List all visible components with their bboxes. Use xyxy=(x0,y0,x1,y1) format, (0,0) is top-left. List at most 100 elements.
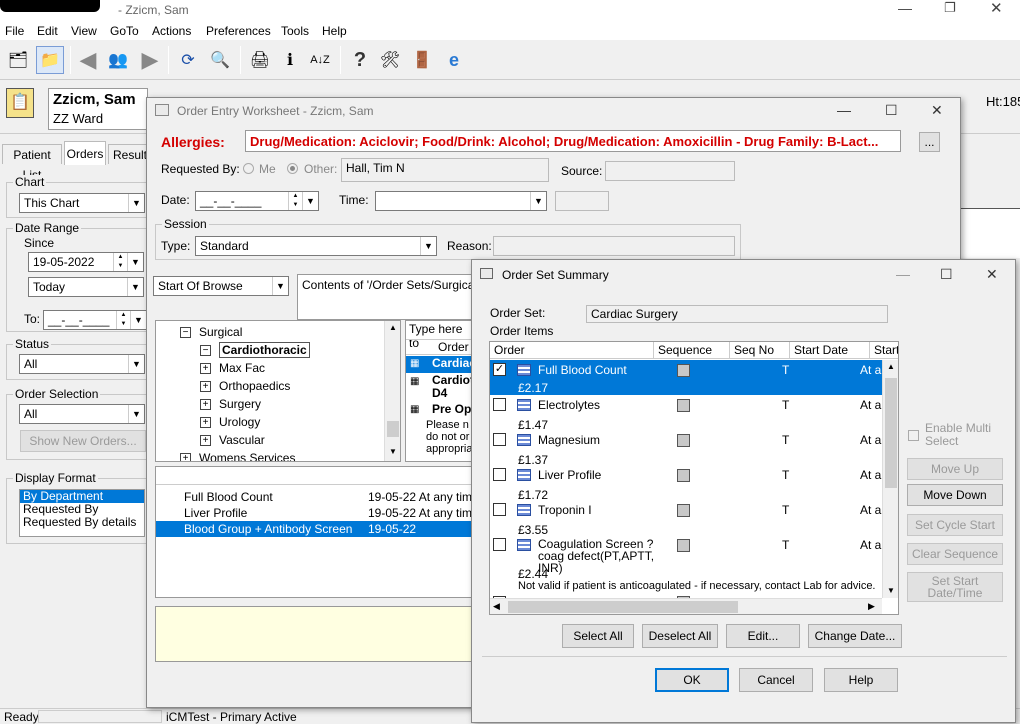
order-selection-select[interactable]: All ▼ xyxy=(19,404,145,424)
tab-results[interactable]: Results xyxy=(108,144,148,164)
column-header-sequence[interactable]: Sequence xyxy=(654,342,730,359)
select-all-button[interactable]: Select All xyxy=(562,624,634,648)
tab-orders[interactable]: Orders xyxy=(64,141,106,165)
menu-actions[interactable]: Actions xyxy=(152,24,191,38)
display-format-option[interactable]: Requested By details xyxy=(20,516,144,529)
ok-button[interactable]: OK xyxy=(655,668,729,692)
tree-item[interactable]: + Urology xyxy=(160,413,260,431)
time-select[interactable]: ▼ xyxy=(375,191,547,211)
minimize-icon[interactable]: — xyxy=(896,266,910,282)
spinner-icon[interactable]: ▲ ▼ xyxy=(113,253,127,271)
tools-icon[interactable]: 🛠 xyxy=(376,46,404,74)
patient-list-icon[interactable]: 🗂 xyxy=(4,46,32,74)
enable-multi-select-checkbox[interactable] xyxy=(908,430,919,441)
deselect-all-button[interactable]: Deselect All xyxy=(642,624,718,648)
sequence-box[interactable] xyxy=(677,364,690,377)
expand-icon[interactable]: + xyxy=(200,434,211,446)
patient-chart-icon[interactable]: 📁 xyxy=(36,46,64,74)
info-icon[interactable]: ℹ xyxy=(276,46,304,74)
order-item-name[interactable]: Coagulation Screen ?coag defect(PT,APTT,… xyxy=(538,538,672,574)
clear-sequence-button[interactable]: Clear Sequence xyxy=(907,543,1003,565)
since-date-field[interactable]: 19-05-2022 ▲ ▼ ▼ xyxy=(28,252,144,272)
sequence-box[interactable] xyxy=(677,434,690,447)
browse-select[interactable]: Start Of Browse ▼ xyxy=(153,276,289,296)
help-question-icon[interactable]: ? xyxy=(346,46,374,74)
order-search-input[interactable]: Type here to xyxy=(407,322,474,350)
requester-field[interactable]: Hall, Tim N xyxy=(341,158,549,182)
column-header-start-time[interactable]: Start xyxy=(870,342,898,359)
order-item-checkbox[interactable] xyxy=(493,538,506,551)
sequence-box[interactable] xyxy=(677,539,690,552)
sort-az-icon[interactable]: A↓Z xyxy=(306,46,334,74)
move-up-button[interactable]: Move Up xyxy=(907,458,1003,480)
chevron-down-icon[interactable]: ▼ xyxy=(130,311,146,329)
source-field[interactable] xyxy=(605,161,735,181)
menu-help[interactable]: Help xyxy=(322,24,347,38)
edit-button[interactable]: Edit... xyxy=(726,624,800,648)
minimize-icon[interactable]: — xyxy=(898,0,912,16)
internet-explorer-icon[interactable]: e xyxy=(440,46,468,74)
other-radio[interactable] xyxy=(287,163,298,174)
tree-item[interactable]: + Max Fac xyxy=(160,359,265,377)
print-icon[interactable]: 🖨 xyxy=(246,46,274,74)
date-field[interactable]: __-__-____ ▲ ▼ ▼ xyxy=(195,191,319,211)
people-icon[interactable]: 👥 xyxy=(104,46,132,74)
show-new-orders-button[interactable]: Show New Orders... xyxy=(20,430,146,452)
collapse-icon[interactable]: − xyxy=(180,326,191,338)
order-item-name[interactable]: Magnesium xyxy=(538,433,600,447)
expand-icon[interactable]: + xyxy=(200,362,211,374)
tree-scrollbar[interactable]: ▲ ▼ xyxy=(384,321,400,461)
sequence-box[interactable] xyxy=(677,469,690,482)
allergies-more-button[interactable]: ... xyxy=(919,132,940,152)
scroll-down-icon[interactable]: ▼ xyxy=(389,447,397,456)
order-item-checkbox[interactable] xyxy=(493,398,506,411)
column-header-start-date[interactable]: Start Date xyxy=(790,342,870,359)
sequence-box[interactable] xyxy=(677,504,690,517)
chevron-down-icon[interactable]: ▼ xyxy=(127,253,143,271)
type-select[interactable]: Standard ▼ xyxy=(195,236,437,256)
order-item-checkbox[interactable] xyxy=(493,503,506,516)
tree-item-selected[interactable]: − Cardiothoracic xyxy=(160,341,310,359)
scroll-up-icon[interactable]: ▲ xyxy=(887,362,895,371)
selected-order-row[interactable]: Liver Profile 19-05-22 At any time xyxy=(156,505,478,521)
tab-patient-list[interactable]: Patient List xyxy=(2,144,62,182)
order-item-checkbox[interactable]: ✓ xyxy=(493,363,506,376)
back-arrow-icon[interactable]: ◀ xyxy=(74,46,102,74)
menu-preferences[interactable]: Preferences xyxy=(206,24,271,38)
close-icon[interactable]: ✕ xyxy=(986,266,998,283)
selected-order-row[interactable]: Full Blood Count 19-05-22 At any time xyxy=(156,489,478,505)
time-extra-field[interactable] xyxy=(555,191,609,211)
order-item-name[interactable]: Liver Profile xyxy=(538,468,601,482)
collapse-icon[interactable]: − xyxy=(200,344,211,356)
status-select[interactable]: All ▼ xyxy=(19,354,145,374)
cancel-button[interactable]: Cancel xyxy=(739,668,813,692)
close-icon[interactable]: ✕ xyxy=(990,0,1003,17)
search-people-icon[interactable]: 🔍 xyxy=(206,46,234,74)
set-cycle-start-button[interactable]: Set Cycle Start xyxy=(907,514,1003,536)
order-item-name[interactable]: Electrolytes xyxy=(538,398,600,412)
expand-icon[interactable]: + xyxy=(200,416,211,428)
to-date-field[interactable]: __-__-____ ▲ ▼ ▼ xyxy=(43,310,147,330)
menu-file[interactable]: File xyxy=(5,24,24,38)
change-date-button[interactable]: Change Date... xyxy=(808,624,902,648)
menu-tools[interactable]: Tools xyxy=(281,24,309,38)
help-button[interactable]: Help xyxy=(824,668,898,692)
exit-door-icon[interactable]: 🚪 xyxy=(408,46,436,74)
order-item-name[interactable]: Troponin I xyxy=(538,503,592,517)
spinner-icon[interactable]: ▲ ▼ xyxy=(288,192,302,210)
grid-vertical-scrollbar[interactable]: ▲ ▼ xyxy=(882,360,898,598)
spinner-icon[interactable]: ▲ ▼ xyxy=(116,311,130,329)
tree-item[interactable]: + Vascular xyxy=(160,431,265,449)
chart-select[interactable]: This Chart ▼ xyxy=(19,193,145,213)
tree-item[interactable]: + Orthopaedics xyxy=(160,377,290,395)
me-radio[interactable] xyxy=(243,163,254,174)
grid-horizontal-scrollbar[interactable]: ◀ ▶ xyxy=(490,598,882,614)
refresh-icon[interactable]: ⟳ xyxy=(174,46,202,74)
tree-item[interactable]: + Womens Services xyxy=(160,449,295,461)
scroll-thumb[interactable] xyxy=(387,421,399,437)
scroll-left-icon[interactable]: ◀ xyxy=(493,601,500,612)
column-header-seq-no[interactable]: Seq No xyxy=(730,342,790,359)
display-format-list[interactable]: By Department Requested By Requested By … xyxy=(19,489,145,537)
tree-item[interactable]: − Surgical xyxy=(160,323,242,341)
expand-icon[interactable]: + xyxy=(180,452,191,461)
